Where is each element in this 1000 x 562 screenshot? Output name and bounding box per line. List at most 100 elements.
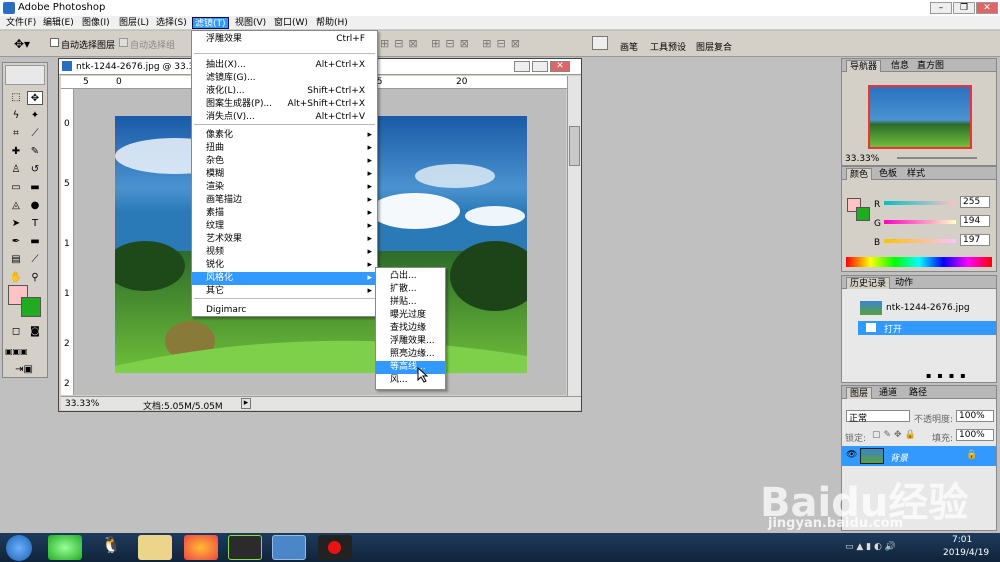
marquee-tool-icon[interactable]: ⬚ [8, 91, 24, 105]
filter-menu-item[interactable]: 渲染 ▸ [192, 181, 377, 194]
filter-menu-item[interactable]: 浮雕效果 Ctrl+F [192, 33, 377, 46]
clock-date[interactable]: 2019/4/19 [943, 548, 989, 558]
minimize-button[interactable]: – [930, 2, 952, 14]
pen-tool-icon[interactable]: ✒ [8, 235, 24, 249]
filter-menu-item[interactable]: 像素化 ▸ [192, 129, 377, 142]
tab-history[interactable]: 历史记录 [846, 277, 891, 289]
taskbar-recorder-icon[interactable] [318, 535, 352, 560]
history-snapshot-label[interactable]: ntk-1244-2676.jpg [886, 303, 970, 313]
tab-navigator[interactable]: 导航器 [846, 60, 882, 72]
navigator-zoom-slider[interactable] [897, 157, 977, 159]
start-button[interactable] [6, 535, 32, 561]
stylize-menu-item[interactable]: 照亮边缘... [376, 348, 445, 361]
auto-select-group-checkbox[interactable] [119, 38, 128, 47]
stylize-menu-item[interactable]: 查找边缘 [376, 322, 445, 335]
menu-image[interactable]: 图像(I) [80, 17, 112, 29]
color-ramp[interactable] [846, 257, 992, 267]
taskbar-app-360-icon[interactable] [48, 535, 82, 560]
filter-menu-item[interactable]: 画笔描边 ▸ [192, 194, 377, 207]
layer-row-background[interactable]: 👁 背景 🔒 [842, 446, 996, 466]
snapshot-thumbnail[interactable] [860, 301, 882, 315]
filter-menu-item[interactable]: 锐化 ▸ [192, 259, 377, 272]
dodge-tool-icon[interactable]: ● [27, 199, 43, 213]
fill-input[interactable]: 100% [956, 429, 994, 441]
stylize-menu-item[interactable]: 等高线... [376, 361, 445, 374]
stylize-menu-item[interactable]: 凸出... [376, 270, 445, 283]
tab-styles[interactable]: 样式 [904, 168, 928, 180]
g-value[interactable]: 194 [960, 215, 990, 227]
taskbar-explorer-icon[interactable] [138, 535, 172, 560]
jump-to-imageready-icon[interactable]: ⇥▣ [8, 363, 40, 377]
stylize-menu-item[interactable]: 风... [376, 374, 445, 387]
filter-menu-item[interactable]: 素描 ▸ [192, 207, 377, 220]
filter-menu-item[interactable]: 液化(L)... Shift+Ctrl+X [192, 85, 377, 98]
filter-menu-item[interactable]: 滤镜库(G)... [192, 72, 377, 85]
move-tool-icon[interactable]: ✥▾ [14, 37, 30, 51]
menu-view[interactable]: 视图(V) [233, 17, 268, 29]
menu-file[interactable]: 文件(F) [4, 17, 38, 29]
tab-tool-presets[interactable]: 工具预设 [650, 40, 686, 53]
notes-tool-icon[interactable]: ▤ [8, 253, 24, 267]
navigator-zoom[interactable]: 33.33% [845, 154, 879, 164]
screen-mode-icon[interactable]: ▣▣▣ [5, 345, 28, 359]
tab-brushes[interactable]: 画笔 [620, 40, 638, 53]
doc-maximize-button[interactable] [532, 61, 548, 72]
color-background-swatch[interactable] [856, 207, 870, 221]
menu-help[interactable]: 帮助(H) [314, 17, 350, 29]
lasso-tool-icon[interactable]: ϟ [8, 109, 24, 123]
history-footer-icons[interactable]: ▪▪▪▪ [926, 371, 972, 380]
doc-close-button[interactable]: ✕ [550, 61, 570, 72]
move-tool-icon[interactable]: ✥ [27, 91, 43, 105]
filter-menu-item[interactable]: 其它 ▸ [192, 285, 377, 298]
blend-mode-select[interactable]: 正常 [846, 410, 910, 424]
opacity-input[interactable]: 100% [956, 410, 994, 422]
hand-tool-icon[interactable]: ✋ [8, 271, 24, 285]
scrollbar-thumb[interactable] [569, 126, 580, 166]
navigator-thumbnail[interactable] [868, 85, 972, 149]
palette-well-icon[interactable] [592, 36, 608, 50]
menu-layer[interactable]: 图层(L) [117, 17, 151, 29]
shape-tool-icon[interactable]: ▬ [27, 235, 43, 249]
vertical-scrollbar[interactable] [567, 76, 581, 396]
r-slider[interactable] [884, 201, 956, 205]
history-step-open[interactable]: 打开 [858, 321, 996, 335]
standard-mode-icon[interactable]: ◻ [8, 325, 24, 339]
clone-stamp-icon[interactable]: ♙ [8, 163, 24, 177]
menu-edit[interactable]: 编辑(E) [41, 17, 76, 29]
align-icons[interactable]: ⊞⊟⊠ ⊞⊟⊠ ⊞⊟⊠ [380, 37, 525, 50]
clock-time[interactable]: 7:01 [952, 535, 972, 545]
filter-menu-item[interactable]: 视频 ▸ [192, 246, 377, 259]
tab-histogram[interactable]: 直方图 [914, 60, 947, 72]
g-slider[interactable] [884, 220, 956, 224]
slice-tool-icon[interactable]: ⟋ [27, 127, 43, 141]
tab-actions[interactable]: 动作 [892, 277, 916, 289]
r-value[interactable]: 255 [960, 196, 990, 208]
stylize-menu-item[interactable]: 浮雕效果... [376, 335, 445, 348]
b-slider[interactable] [884, 239, 956, 243]
tab-channels[interactable]: 通道 [876, 387, 900, 399]
menu-select[interactable]: 选择(S) [154, 17, 189, 29]
filter-menu-item[interactable]: 抽出(X)... Alt+Ctrl+X [192, 59, 377, 72]
taskbar-firefox-icon[interactable] [184, 535, 218, 560]
filter-menu-item[interactable]: 图案生成器(P)... Alt+Shift+Ctrl+X [192, 98, 377, 111]
background-color-swatch[interactable] [21, 297, 41, 317]
stylize-menu-item[interactable]: 拼贴... [376, 296, 445, 309]
stylize-menu-item[interactable]: 扩散... [376, 283, 445, 296]
healing-brush-icon[interactable]: ✚ [8, 145, 24, 159]
path-select-icon[interactable]: ➤ [8, 217, 24, 231]
eraser-tool-icon[interactable]: ▭ [8, 181, 24, 195]
tab-paths[interactable]: 路径 [906, 387, 930, 399]
lock-icons[interactable]: ▢✎✥🔒 [872, 430, 919, 440]
zoom-tool-icon[interactable]: ⚲ [27, 271, 43, 285]
history-brush-icon[interactable]: ↺ [27, 163, 43, 177]
taskbar-photoshop-icon[interactable] [272, 535, 306, 560]
filter-menu-item[interactable]: 扭曲 ▸ [192, 142, 377, 155]
filter-menu-item[interactable]: 风格化 ▸ [192, 272, 377, 285]
filter-menu-item[interactable]: 消失点(V)... Alt+Ctrl+V [192, 111, 377, 124]
gradient-tool-icon[interactable]: ▬ [27, 181, 43, 195]
stylize-menu-item[interactable]: 曝光过度 [376, 309, 445, 322]
b-value[interactable]: 197 [960, 234, 990, 246]
auto-select-layer-checkbox[interactable] [50, 38, 59, 47]
tab-swatches[interactable]: 色板 [876, 168, 900, 180]
tray-icons[interactable]: ▭ ▲ ▮ ◐ 🔊 [845, 542, 896, 552]
